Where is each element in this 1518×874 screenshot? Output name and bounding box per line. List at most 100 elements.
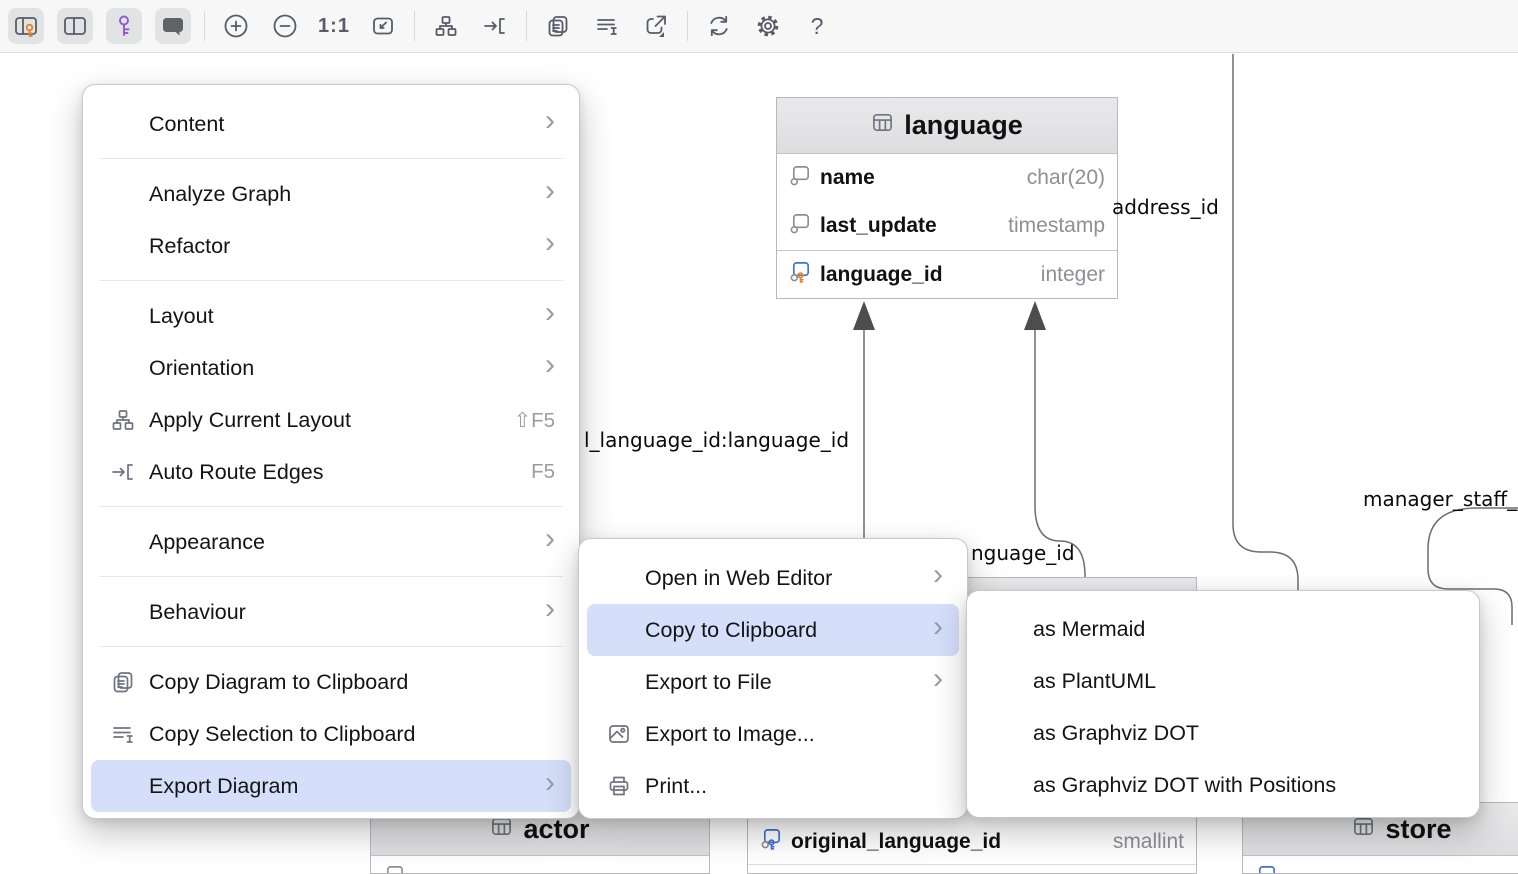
menu-item-as-plantuml[interactable]: as PlantUML: [975, 655, 1471, 707]
export-button[interactable]: [638, 8, 674, 44]
refresh-icon: [705, 12, 733, 40]
menu-item-copy-to-clipboard[interactable]: Copy to Clipboard ›: [587, 604, 959, 656]
menu-item-export-diagram[interactable]: Export Diagram ›: [91, 760, 571, 812]
menu-item-label: Copy to Clipboard: [645, 618, 817, 643]
primary-key-column-icon: [789, 260, 812, 289]
submenu-chevron-icon: ›: [545, 596, 555, 622]
settings-button[interactable]: [750, 8, 786, 44]
menu-item-print[interactable]: Print...: [587, 760, 959, 812]
copy-icon: [545, 13, 571, 39]
column-name: name: [820, 166, 875, 190]
menu-separator: [99, 576, 563, 577]
zoom-in-icon: [222, 12, 250, 40]
menu-item-label: as Graphviz DOT: [1033, 721, 1199, 746]
toolbar-separator: [526, 11, 527, 41]
menu-item-label: Export to Image...: [645, 722, 815, 747]
zoom-out-icon: [271, 12, 299, 40]
table-row[interactable]: name char(20): [777, 154, 1117, 202]
menu-item-label: as Graphviz DOT with Positions: [1033, 773, 1336, 798]
diagram-context-menu: Content › Analyze Graph › Refactor › Lay…: [82, 84, 580, 819]
column-type: timestamp: [1008, 214, 1105, 238]
menu-item-as-graphviz-dot[interactable]: as Graphviz DOT: [975, 707, 1471, 759]
edge-label: manager_staff_: [1363, 487, 1517, 511]
table-icon: [1352, 814, 1375, 845]
menu-item-label: as PlantUML: [1033, 669, 1156, 694]
menu-item-shortcut: ⇧F5: [514, 408, 555, 433]
menu-item-open-in-web-editor[interactable]: Open in Web Editor ›: [587, 552, 959, 604]
menu-item-label: Behaviour: [149, 600, 246, 625]
fit-content-button[interactable]: [365, 8, 401, 44]
apply-layout-button[interactable]: [428, 8, 464, 44]
menu-item-as-graphviz-dot-with-positions[interactable]: as Graphviz DOT with Positions: [975, 759, 1471, 811]
language-table[interactable]: language name char(20) last_update times…: [776, 97, 1118, 299]
column-type: char(20): [1027, 166, 1105, 190]
menu-item-orientation[interactable]: Orientation ›: [91, 342, 571, 394]
submenu-chevron-icon: ›: [545, 300, 555, 326]
menu-item-label: Apply Current Layout: [149, 408, 351, 433]
menu-item-export-to-file[interactable]: Export to File ›: [587, 656, 959, 708]
submenu-chevron-icon: ›: [545, 770, 555, 796]
help-label: ?: [811, 13, 824, 40]
column-type: integer: [1041, 263, 1105, 287]
table-title: store: [1385, 814, 1451, 845]
column-name: language_id: [820, 263, 943, 287]
menu-item-copy-selection-to-clipboard[interactable]: Copy Selection to Clipboard: [91, 708, 571, 760]
copy-diagram-button[interactable]: [540, 8, 576, 44]
table-title: language: [904, 110, 1023, 141]
menu-item-label: Export to File: [645, 670, 772, 695]
menu-item-auto-route-edges[interactable]: Auto Route Edges F5: [91, 446, 571, 498]
menu-item-behaviour[interactable]: Behaviour ›: [91, 586, 571, 638]
column-type: smallint: [1113, 830, 1184, 854]
language-table-header[interactable]: language: [777, 98, 1117, 154]
menu-item-refactor[interactable]: Refactor ›: [91, 220, 571, 272]
zoom-in-button[interactable]: [218, 8, 254, 44]
menu-item-appearance[interactable]: Appearance ›: [91, 516, 571, 568]
copy-selection-button[interactable]: [589, 8, 625, 44]
menu-item-layout[interactable]: Layout ›: [91, 290, 571, 342]
split-view-icon: [62, 13, 88, 39]
gear-icon: [754, 12, 782, 40]
help-button[interactable]: ?: [799, 8, 835, 44]
edge-label: l_language_id:language_id: [584, 428, 849, 452]
table-icon: [871, 110, 894, 141]
menu-item-analyze-graph[interactable]: Analyze Graph ›: [91, 168, 571, 220]
menu-item-label: Appearance: [149, 530, 265, 555]
table-row[interactable]: original_language_id smallint: [748, 819, 1196, 865]
copy-to-clipboard-submenu: as Mermaid as PlantUML as Graphviz DOT a…: [966, 590, 1480, 818]
table-row[interactable]: last_update timestamp: [777, 202, 1117, 250]
split-view-button[interactable]: [57, 8, 93, 44]
column-name: last_update: [820, 214, 937, 238]
zoom-out-button[interactable]: [267, 8, 303, 44]
menu-item-as-mermaid[interactable]: as Mermaid: [975, 603, 1471, 655]
apply-layout-icon: [109, 406, 137, 434]
menu-item-copy-diagram-to-clipboard[interactable]: Copy Diagram to Clipboard: [91, 656, 571, 708]
menu-separator: [99, 280, 563, 281]
toolbar-separator: [204, 11, 205, 41]
menu-item-apply-current-layout[interactable]: Apply Current Layout ⇧F5: [91, 394, 571, 446]
menu-item-label: Auto Route Edges: [149, 460, 324, 485]
auto-route-edges-button[interactable]: [477, 8, 513, 44]
table-details-view-button[interactable]: [8, 8, 44, 44]
submenu-chevron-icon: ›: [545, 526, 555, 552]
comment-icon: [160, 13, 186, 39]
actual-size-button[interactable]: 1:1: [316, 8, 352, 44]
submenu-chevron-icon: ›: [933, 562, 943, 588]
export-diagram-submenu: Open in Web Editor › Copy to Clipboard ›…: [578, 538, 968, 819]
menu-item-shortcut: F5: [531, 460, 555, 484]
edge-label: nguage_id: [971, 541, 1075, 565]
menu-item-label: Export Diagram: [149, 774, 298, 799]
menu-item-export-to-image[interactable]: Export to Image...: [587, 708, 959, 760]
toolbar-separator: [414, 11, 415, 41]
diagram-editor: 1:1 ?: [0, 0, 1518, 874]
menu-item-label: Print...: [645, 774, 707, 799]
table-row[interactable]: language_id integer: [777, 250, 1117, 298]
menu-item-label: Analyze Graph: [149, 182, 291, 207]
show-comments-button[interactable]: [155, 8, 191, 44]
route-edges-icon: [482, 13, 508, 39]
menu-item-content[interactable]: Content ›: [91, 98, 571, 150]
refresh-button[interactable]: [701, 8, 737, 44]
show-keys-button[interactable]: [106, 8, 142, 44]
table-details-icon: [13, 13, 39, 39]
image-icon: [605, 720, 633, 748]
fit-content-icon: [370, 13, 396, 39]
